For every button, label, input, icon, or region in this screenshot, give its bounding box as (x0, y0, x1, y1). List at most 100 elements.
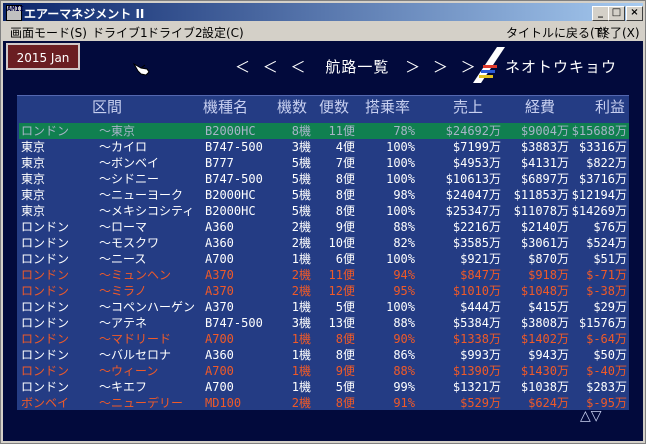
title-bar[interactable]: AMII エアーマネジメント II _ □ × (3, 3, 643, 21)
cell-from: ボンベイ (21, 396, 70, 410)
cell-profit: $3716万 (578, 172, 627, 186)
cell-sales: $10613万 (445, 172, 501, 186)
col-header-sales: 売上 (453, 98, 484, 116)
cell-from: 東京 (21, 156, 46, 170)
table-row[interactable]: 東京 ～メキシコシティ B2000HC 5機 8便 100% $25347万 $11078万 $… (19, 203, 629, 219)
cell-load: 88% (393, 220, 415, 234)
next-page-arrows[interactable]: ＞ ＞ ＞ (405, 58, 480, 76)
cell-from: ロンドン (21, 220, 70, 234)
cell-profit: $29万 (593, 300, 627, 314)
cell-type: A360 (205, 236, 234, 250)
minimize-button[interactable]: _ (592, 6, 609, 21)
table-row[interactable]: ロンドン ～ローマ A360 2機 9便 88% $2216万 $2140万 $76万 (19, 219, 629, 235)
cell-profit: $822万 (586, 156, 627, 170)
cell-type: A360 (205, 220, 234, 234)
table-row[interactable]: ロンドン ～キエフ A700 1機 5便 99% $1321万 $1038万 $283万 (19, 379, 629, 395)
cell-to: ～ミュンヘン (99, 268, 172, 282)
cell-from: ロンドン (21, 236, 70, 250)
cell-flights: 8便 (335, 204, 355, 218)
menu-return-title[interactable]: タイトルに戻る(T) (506, 24, 607, 41)
cell-type: B2000HC (205, 188, 256, 202)
cell-from: ロンドン (21, 348, 70, 362)
cell-flights: 8便 (335, 396, 355, 410)
menu-drive1[interactable]: ドライブ1 (92, 24, 148, 41)
cell-flights: 8便 (335, 188, 355, 202)
menu-settings[interactable]: 設定(C) (202, 24, 244, 41)
cell-type: A700 (205, 332, 234, 346)
cell-from: ロンドン (21, 364, 70, 378)
cell-from: 東京 (21, 172, 46, 186)
cell-type: B747-500 (205, 316, 263, 330)
cell-sales: $2216万 (452, 220, 501, 234)
col-header-load: 搭乗率 (365, 98, 411, 116)
prev-page-arrows[interactable]: ＜ ＜ ＜ (235, 58, 310, 76)
table-row[interactable]: ロンドン ～ウィーン A700 1機 9便 88% $1390万 $1430万 $-40万 (19, 363, 629, 379)
cell-flights: 5便 (335, 380, 355, 394)
cell-sales: $25347万 (445, 204, 501, 218)
cell-profit: $15688万 (571, 124, 627, 138)
cell-profit: $14269万 (571, 204, 627, 218)
table-row[interactable]: ロンドン ～ミュンヘン A370 2機 11便 94% $847万 $918万 $-71万 (19, 267, 629, 283)
cell-planes: 8機 (291, 124, 311, 138)
cell-load: 98% (393, 188, 415, 202)
table-row[interactable]: ロンドン ～バルセロナ A360 1機 8便 86% $993万 $943万 $50万 (19, 347, 629, 363)
table-row[interactable]: ロンドン ～マドリード A700 1機 8便 90% $1338万 $1402万 $-64万 (19, 331, 629, 347)
cell-profit: $51万 (593, 252, 627, 266)
table-row[interactable]: 東京 ～ボンベイ B777 5機 7便 100% $4953万 $4131万 $822万 (19, 155, 629, 171)
col-header-route: 区間 (92, 98, 123, 116)
col-header-planes: 機数 (277, 98, 308, 116)
cell-planes: 2機 (291, 236, 311, 250)
table-row[interactable]: 東京 ～ニューヨーク B2000HC 5機 8便 98% $24047万 $11853万 $12… (19, 187, 629, 203)
cell-to: ～キエフ (99, 380, 148, 394)
cell-to: ～マドリード (99, 332, 172, 346)
table-row[interactable]: ロンドン ～アテネ B747-500 3機 13便 88% $5384万 $3808万 $157… (19, 315, 629, 331)
cell-type: MD100 (205, 396, 242, 410)
cell-planes: 3機 (291, 140, 311, 154)
cell-load: 100% (386, 252, 415, 266)
app-icon[interactable]: AMII (6, 5, 24, 21)
menu-exit[interactable]: 終了(X) (598, 24, 640, 41)
menu-screen-mode[interactable]: 画面モード(S) (10, 24, 87, 41)
col-header-profit: 利益 (595, 98, 626, 116)
cell-profit: $50万 (593, 348, 627, 362)
cell-to: ～ニューデリー (99, 396, 184, 410)
cell-sales: $1338万 (452, 332, 501, 346)
table-row[interactable]: ロンドン ～コペンハーゲン A370 1機 5便 100% $444万 $415万 $29万 (19, 299, 629, 315)
menu-bar: 画面モード(S) ドライブ1 ドライブ2 設定(C) タイトルに戻る(T) 終了… (3, 22, 643, 40)
cell-profit: $-71万 (586, 268, 627, 282)
table-row[interactable]: 東京 ～シドニー B747-500 5機 8便 100% $10613万 $6897万 $371… (19, 171, 629, 187)
cell-flights: 11便 (328, 268, 355, 282)
table-row[interactable]: 東京 ～カイロ B747-500 3機 4便 100% $7199万 $3883万 $3316万 (19, 139, 629, 155)
menu-drive2[interactable]: ドライブ2 (147, 24, 203, 41)
table-row[interactable]: ロンドン ～東京 B2000HC 8機 11便 78% $24692万 $9004万 $1568… (19, 123, 629, 139)
cell-flights: 12便 (328, 284, 355, 298)
maximize-button[interactable]: □ (608, 6, 625, 21)
table-row[interactable]: ボンベイ ～ニューデリー MD100 2機 8便 91% $529万 $624万 $-95万 (19, 395, 629, 411)
cell-type: B747-500 (205, 172, 263, 186)
cell-planes: 2機 (291, 268, 311, 282)
cell-to: ～アテネ (99, 316, 148, 330)
cell-planes: 5機 (291, 156, 311, 170)
close-button[interactable]: × (626, 6, 643, 21)
table-row[interactable]: ロンドン ～モスクワ A360 2機 10便 82% $3585万 $3061万 $524万 (19, 235, 629, 251)
cell-sales: $993万 (460, 348, 501, 362)
cell-load: 88% (393, 316, 415, 330)
company-name: ネオトウキョウ (505, 58, 618, 76)
cell-flights: 11便 (328, 124, 355, 138)
table-row[interactable]: ロンドン ～ニース A700 1機 6便 100% $921万 $870万 $51万 (19, 251, 629, 267)
table-row[interactable]: ロンドン ～ミラノ A370 2機 12便 95% $1010万 $1048万 $-38万 (19, 283, 629, 299)
cell-profit: $3316万 (578, 140, 627, 154)
cell-profit: $-38万 (586, 284, 627, 298)
date-display: 2015 Jan (6, 43, 80, 70)
cell-flights: 8便 (335, 172, 355, 186)
cell-type: A360 (205, 348, 234, 362)
cell-load: 100% (386, 300, 415, 314)
cell-sales: $444万 (460, 300, 501, 314)
scroll-down-icon[interactable]: ▽ (591, 408, 602, 424)
scroll-up-icon[interactable]: △ (580, 408, 591, 424)
cell-flights: 6便 (335, 252, 355, 266)
cell-load: 99% (393, 380, 415, 394)
cell-from: 東京 (21, 188, 46, 202)
cell-sales: $4953万 (452, 156, 501, 170)
cell-to: ～ウィーン (99, 364, 159, 378)
